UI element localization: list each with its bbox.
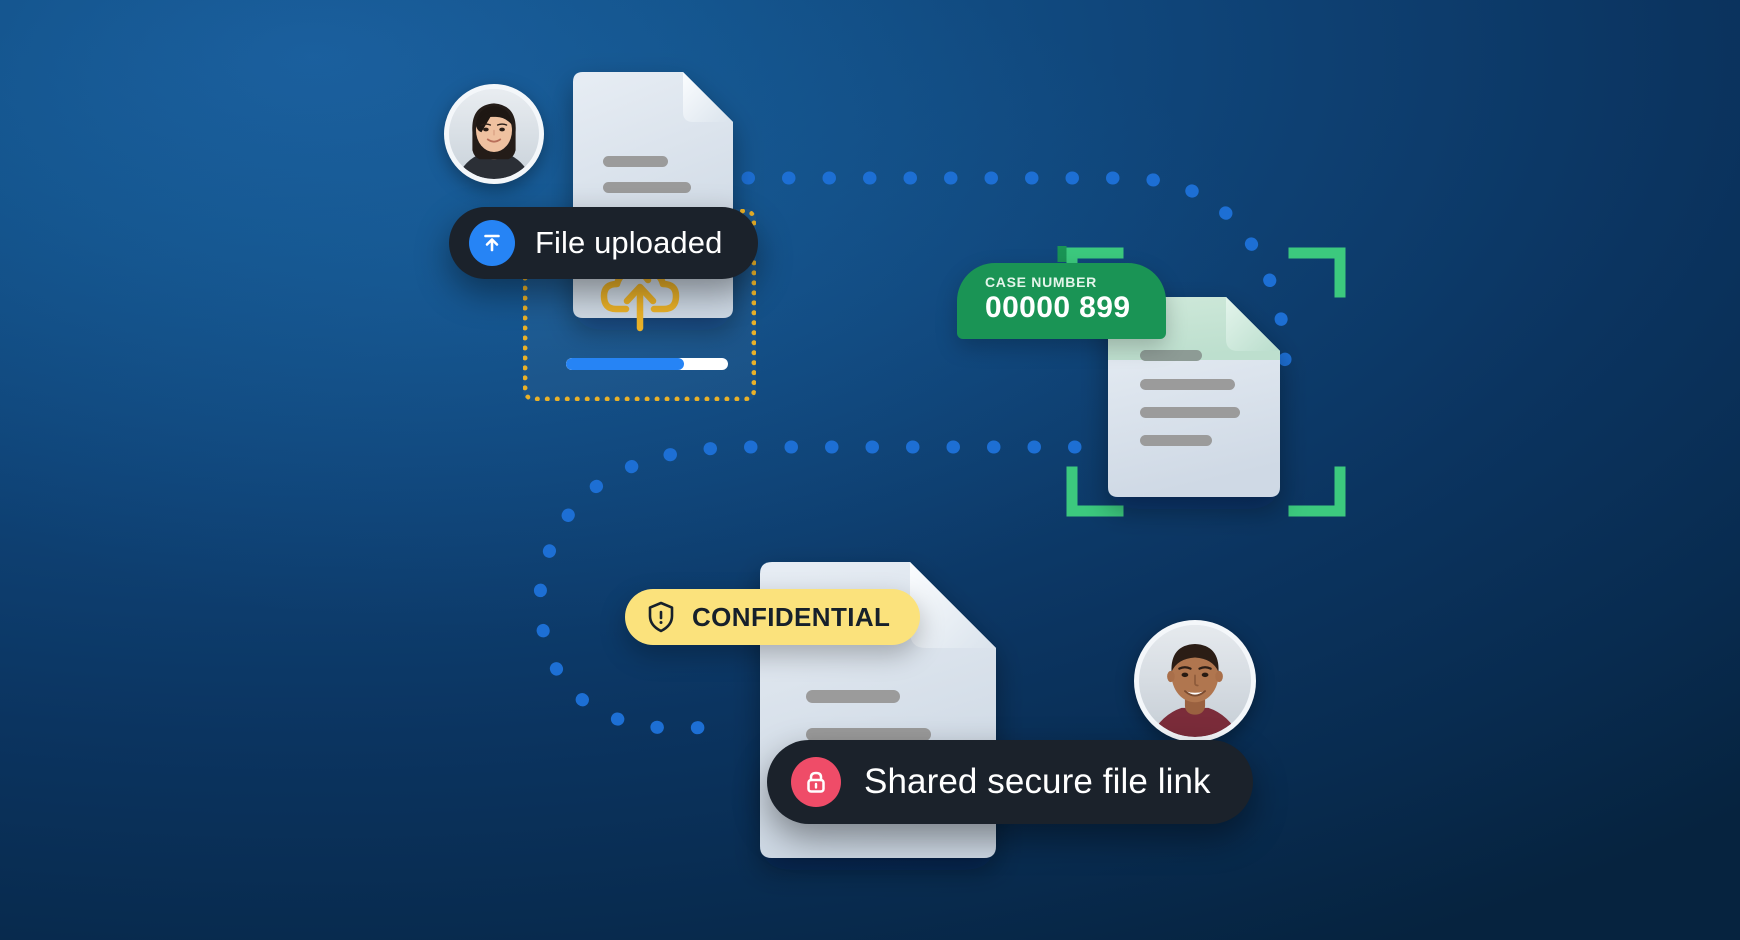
confidential-label: CONFIDENTIAL	[692, 601, 891, 632]
shared-link-toast[interactable]: Shared secure file link	[767, 740, 1253, 824]
upload-progress-fill	[566, 358, 685, 370]
shared-link-label: Shared secure file link	[864, 762, 1211, 801]
case-number-label: CASE NUMBER	[985, 274, 1097, 290]
file-uploaded-label: File uploaded	[535, 225, 723, 260]
upload-progress-bar	[566, 358, 728, 370]
avatar-photo-man	[1139, 625, 1251, 737]
avatar-photo-woman	[449, 89, 539, 179]
uploader-avatar	[444, 84, 544, 184]
lock-icon	[791, 757, 841, 807]
recipient-avatar	[1134, 620, 1256, 742]
upload-arrow-icon	[469, 220, 515, 266]
confidential-badge: CONFIDENTIAL	[625, 589, 921, 645]
case-number-badge: CASE NUMBER 00000 899	[957, 263, 1166, 339]
shield-alert-icon	[647, 601, 675, 633]
file-uploaded-toast[interactable]: File uploaded	[449, 207, 759, 279]
illustration-scene: File uploaded CASE NUMBER 00000 899 CONF…	[0, 0, 1740, 940]
case-number-value: 00000 899	[985, 291, 1131, 324]
